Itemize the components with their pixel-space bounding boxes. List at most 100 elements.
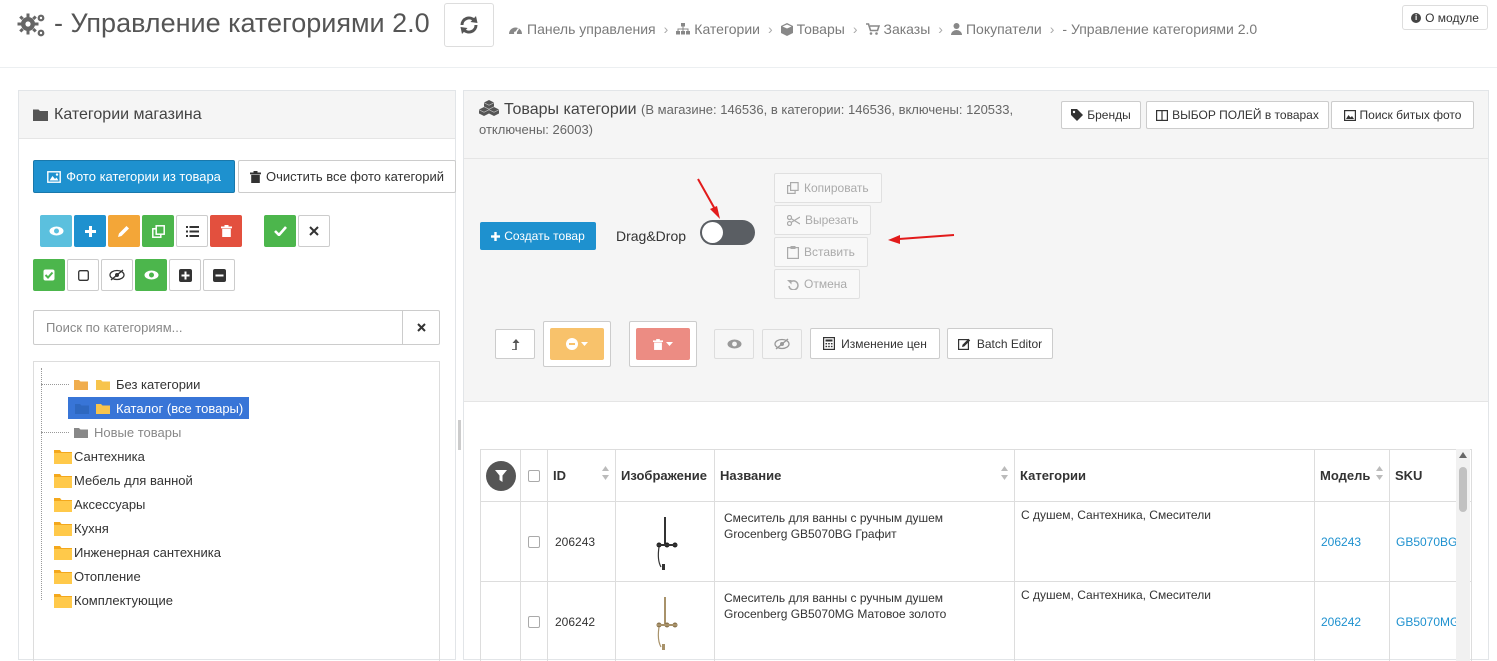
column-header-model[interactable]: Модель xyxy=(1315,450,1390,502)
tree-item-engineering-plumbing[interactable]: Инженерная сантехника xyxy=(54,541,221,563)
brands-button[interactable]: Бренды xyxy=(1061,101,1141,129)
tree-item-accessories[interactable]: Аксессуары xyxy=(54,493,145,515)
tree-item-new-products[interactable]: Новые товары xyxy=(74,421,181,443)
category-tree: Без категории Каталог (все товары) Новые… xyxy=(33,361,440,661)
categories-panel-header: Категории магазина xyxy=(19,91,455,139)
close-button[interactable] xyxy=(298,215,330,247)
sort-icon xyxy=(1376,466,1383,480)
breadcrumb-label: Товары xyxy=(796,21,845,37)
list-button[interactable] xyxy=(176,215,208,247)
panel-resize-handle[interactable] xyxy=(458,420,461,450)
broken-photo-search-button[interactable]: Поиск битых фото xyxy=(1331,101,1474,129)
breadcrumb-orders[interactable]: Заказы xyxy=(865,21,930,37)
column-header-label: ID xyxy=(553,468,566,483)
show-button[interactable] xyxy=(135,259,167,291)
tree-item-catalog[interactable]: Каталог (все товары) xyxy=(68,397,250,419)
row-model-link[interactable]: 206243 xyxy=(1315,502,1390,582)
add-category-button[interactable] xyxy=(74,215,106,247)
photo-from-product-button[interactable]: Фото категории из товара xyxy=(33,160,235,193)
annotation-arrow-line xyxy=(697,178,717,212)
column-header-image: Изображение xyxy=(616,450,715,502)
column-header-label: Название xyxy=(720,468,782,483)
tree-item-bathroom-furniture[interactable]: Мебель для ванной xyxy=(54,469,193,491)
batch-editor-label: Batch Editor xyxy=(976,336,1043,351)
column-header-name[interactable]: Название xyxy=(715,450,1015,502)
folder-closed-icon xyxy=(54,473,72,488)
move-up-button[interactable] xyxy=(495,329,535,359)
row-checkbox-cell xyxy=(521,582,548,661)
delete-dropdown-button[interactable] xyxy=(636,328,690,360)
trash-icon xyxy=(220,225,232,237)
tree-item-label: Кухня xyxy=(74,520,109,536)
folder-closed-icon xyxy=(54,545,72,560)
select-fields-label: ВЫБОР ПОЛЕЙ в товарах xyxy=(1172,108,1319,122)
minus-circle-icon xyxy=(566,338,578,350)
breadcrumb-customers[interactable]: Покупатели xyxy=(950,21,1042,37)
hide-button[interactable] xyxy=(101,259,133,291)
hide-products-button[interactable] xyxy=(762,329,802,359)
confirm-button[interactable] xyxy=(264,215,296,247)
select-all-checkbox[interactable] xyxy=(528,469,540,482)
clear-search-button[interactable] xyxy=(402,311,439,344)
clear-category-photos-label: Очистить все фото категорий xyxy=(266,169,444,184)
select-all-header xyxy=(521,450,548,502)
tree-item-label: Новые товары xyxy=(94,424,182,440)
tree-item-heating[interactable]: Отопление xyxy=(54,565,141,587)
tree-item-components[interactable]: Комплектующие xyxy=(54,589,173,611)
breadcrumb-label: Покупатели xyxy=(965,21,1042,37)
row-checkbox[interactable] xyxy=(528,615,540,628)
expand-all-button[interactable] xyxy=(169,259,201,291)
undo-button[interactable]: Отмена xyxy=(774,269,861,299)
folder-closed-icon xyxy=(54,497,72,512)
row-model-link[interactable]: 206242 xyxy=(1315,582,1390,661)
tree-item-no-category[interactable]: Без категории xyxy=(74,373,200,395)
folder-closed-icon xyxy=(54,449,72,464)
row-spacer-cell xyxy=(481,582,521,661)
column-header-id[interactable]: ID xyxy=(548,450,616,502)
view-button[interactable] xyxy=(40,215,72,247)
checkbox-icon xyxy=(77,269,89,281)
copy-category-button[interactable] xyxy=(142,215,174,247)
tree-guide-line xyxy=(41,368,42,600)
check-all-button[interactable] xyxy=(33,259,65,291)
breadcrumb-products[interactable]: Товары xyxy=(780,21,845,37)
tree-guide-line xyxy=(41,432,69,433)
edit-icon xyxy=(957,338,971,350)
breadcrumb-categories[interactable]: Категории xyxy=(676,21,760,37)
delete-dropdown-wrapper xyxy=(629,321,697,367)
folder-icon xyxy=(33,109,48,121)
scrollbar-thumb[interactable] xyxy=(1459,467,1467,512)
minus-square-icon xyxy=(212,268,226,282)
clear-category-photos-button[interactable]: Очистить все фото категорий xyxy=(238,160,456,193)
trash-icon xyxy=(250,170,261,183)
row-checkbox-cell xyxy=(521,502,548,582)
breadcrumb-dashboard[interactable]: Панель управления xyxy=(508,21,656,37)
refresh-button[interactable] xyxy=(444,3,494,47)
tree-item-kitchen[interactable]: Кухня xyxy=(54,517,109,539)
filter-button[interactable] xyxy=(485,460,516,491)
user-icon xyxy=(950,23,962,35)
show-products-button[interactable] xyxy=(714,329,754,359)
photo-from-product-label: Фото категории из товара xyxy=(66,169,221,184)
close-icon xyxy=(309,226,319,236)
edit-category-button[interactable] xyxy=(108,215,140,247)
select-fields-button[interactable]: ВЫБОР ПОЛЕЙ в товарах xyxy=(1146,101,1329,129)
tree-item-label: Комплектующие xyxy=(74,592,173,608)
scroll-up-arrow-icon[interactable] xyxy=(1459,452,1467,458)
filter-icon xyxy=(494,469,507,482)
about-module-button[interactable]: i О модуле xyxy=(1402,5,1488,30)
uncheck-all-button[interactable] xyxy=(67,259,99,291)
price-change-button[interactable]: Изменение цен xyxy=(810,328,940,359)
batch-editor-button[interactable]: Batch Editor xyxy=(947,328,1053,359)
collapse-all-button[interactable] xyxy=(203,259,235,291)
table-vertical-scrollbar[interactable] xyxy=(1456,449,1470,661)
row-checkbox[interactable] xyxy=(528,535,540,548)
category-search-input[interactable] xyxy=(34,311,402,344)
tree-item-plumbing[interactable]: Сантехника xyxy=(54,445,145,467)
disable-dropdown-button[interactable] xyxy=(550,328,604,360)
product-thumbnail-faucet-icon[interactable] xyxy=(645,512,685,572)
product-thumbnail-faucet-icon[interactable] xyxy=(645,592,685,652)
sort-icon xyxy=(1001,466,1008,480)
delete-category-button[interactable] xyxy=(210,215,242,247)
brands-label: Бренды xyxy=(1087,108,1131,122)
